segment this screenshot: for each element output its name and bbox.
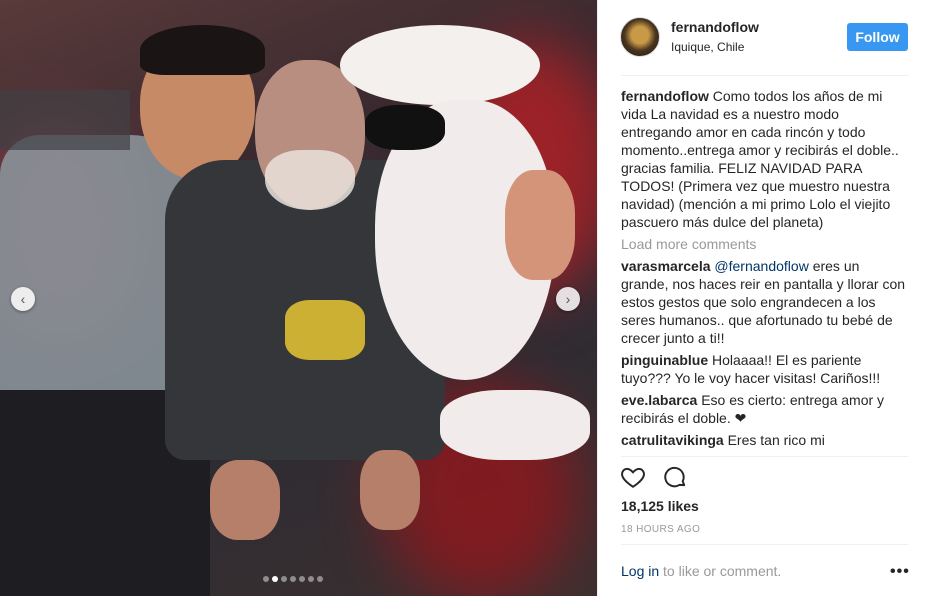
likes-count[interactable]: 18,125 likes [621, 498, 699, 514]
header-divider [621, 75, 909, 76]
post-sidebar: fernandoflow Iquique, Chile Follow ferna… [597, 0, 932, 596]
caption-text: Como todos los años de mi vida La navida… [621, 88, 899, 230]
post-header: fernandoflow Iquique, Chile Follow [598, 0, 932, 76]
comment-item: varasmarcela @fernandoflow eres un grand… [621, 257, 909, 347]
username-link[interactable]: fernandoflow [671, 19, 759, 35]
post-timestamp[interactable]: 18 HOURS AGO [621, 524, 700, 535]
carousel-dot [299, 576, 305, 582]
comment-mention-link[interactable]: @fernandoflow [714, 258, 808, 274]
avatar[interactable] [620, 17, 660, 57]
more-options-icon[interactable]: ••• [890, 563, 910, 581]
carousel-dot [290, 576, 296, 582]
comment-text: Eres tan rico mi [727, 432, 825, 448]
comment-username[interactable]: varasmarcela [621, 258, 711, 274]
location-link[interactable]: Iquique, Chile [671, 40, 744, 54]
carousel-next-button[interactable]: › [556, 287, 580, 311]
comment-item: pinguinablue Holaaaa!! El es pariente tu… [621, 351, 909, 387]
chevron-right-icon: › [565, 291, 571, 307]
carousel-dot [317, 576, 323, 582]
instagram-post: ‹ › fernandoflow Iquique, Chile Follow f… [0, 0, 932, 596]
comment-username[interactable]: pinguinablue [621, 352, 708, 368]
carousel-dot [281, 576, 287, 582]
footer-divider [621, 544, 908, 545]
carousel-dot [263, 576, 269, 582]
action-bar [620, 464, 688, 490]
carousel-indicator [263, 576, 323, 582]
login-prompt: Log in to like or comment. [621, 563, 781, 579]
carousel-prev-button[interactable]: ‹ [11, 287, 35, 311]
carousel-dot [272, 576, 278, 582]
comment-item: catrulitavikinga Eres tan rico mi [621, 431, 909, 449]
load-more-comments-link[interactable]: Load more comments [621, 235, 909, 253]
comment-icon[interactable] [662, 464, 688, 490]
heart-icon[interactable] [620, 464, 646, 490]
carousel-dot [308, 576, 314, 582]
caption: fernandoflow Como todos los años de mi v… [621, 87, 909, 231]
comment-item: eve.labarca Eso es cierto: entrega amor … [621, 391, 909, 427]
login-prompt-text: to like or comment. [659, 563, 782, 579]
chevron-left-icon: ‹ [20, 291, 26, 307]
comments-divider [621, 456, 908, 457]
comment-username[interactable]: catrulitavikinga [621, 432, 724, 448]
comment-username[interactable]: eve.labarca [621, 392, 697, 408]
post-photo[interactable]: ‹ › [0, 0, 597, 596]
comments-list[interactable]: fernandoflow Como todos los años de mi v… [621, 87, 909, 454]
login-link[interactable]: Log in [621, 563, 659, 579]
caption-username[interactable]: fernandoflow [621, 88, 709, 104]
follow-button[interactable]: Follow [847, 23, 908, 51]
